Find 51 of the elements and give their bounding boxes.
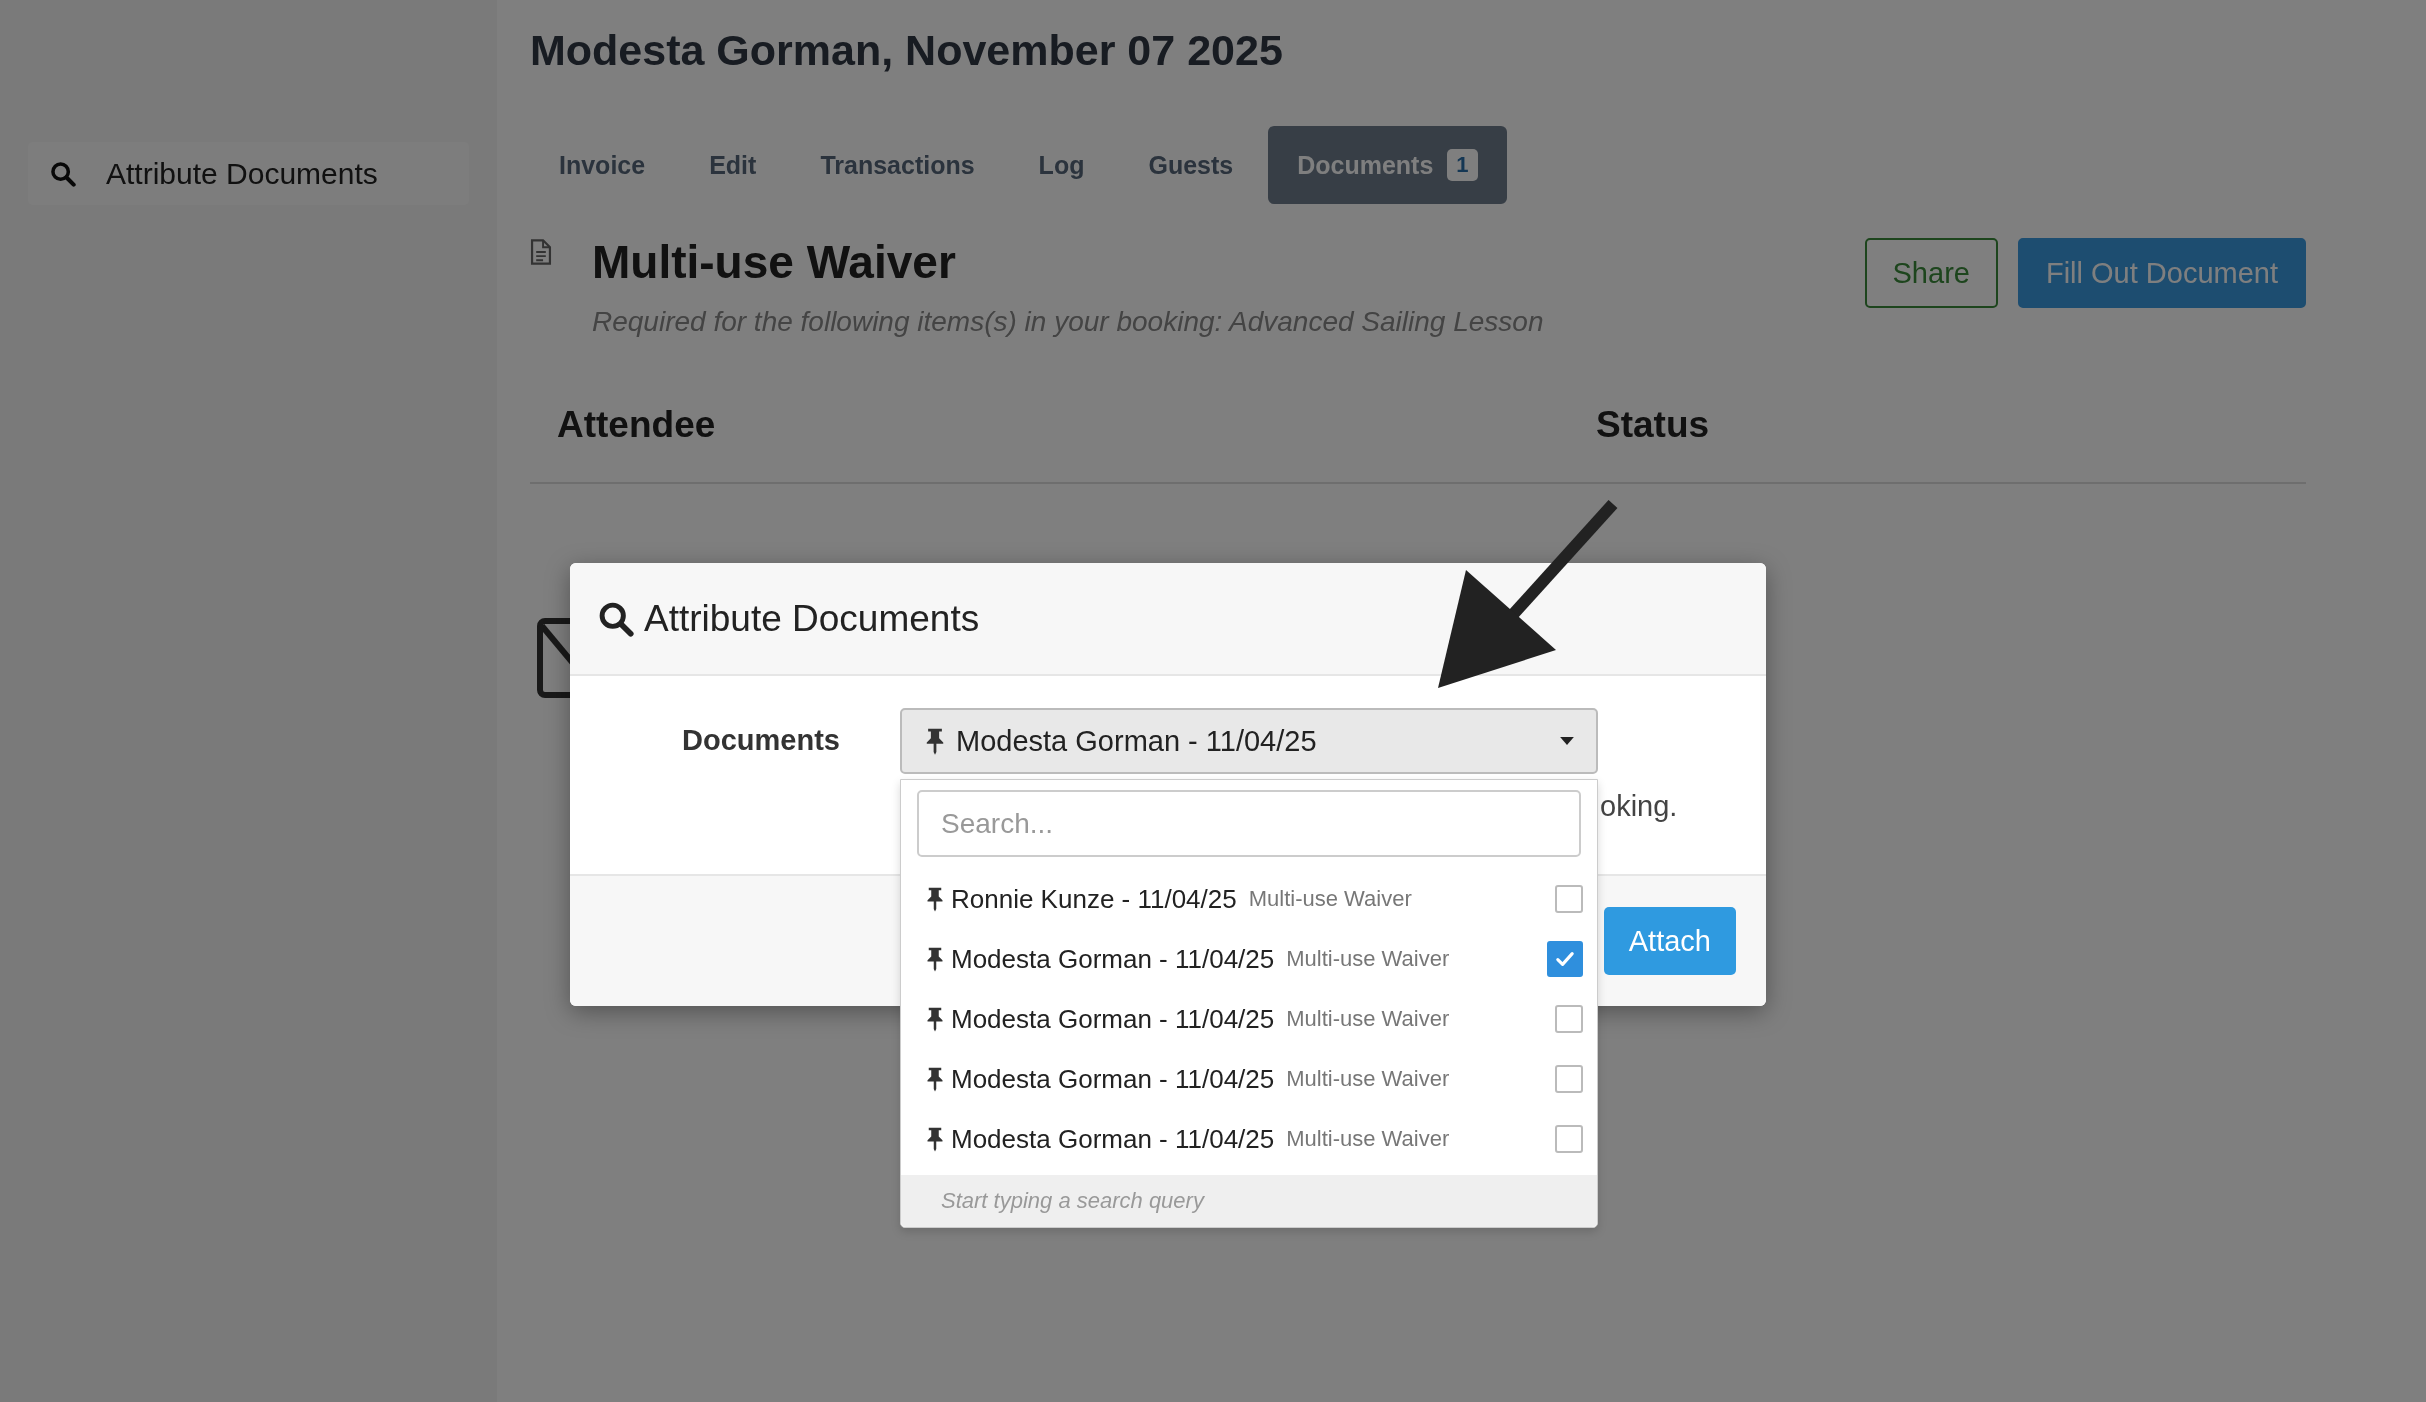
tab[interactable]: Edit — [680, 126, 786, 204]
document-select[interactable]: Modesta Gorman - 11/04/25 — [900, 708, 1598, 774]
fill-out-button[interactable]: Fill Out Document — [2017, 238, 2306, 308]
tab[interactable]: Transactions — [791, 126, 1004, 204]
dropdown-option[interactable]: Modesta Gorman - 11/04/25 Multi-use Waiver — [901, 1049, 1597, 1109]
option-type: Multi-use Waiver — [1286, 946, 1450, 972]
column-header: Status — [1596, 404, 1710, 446]
option-type: Multi-use Waiver — [1248, 886, 1412, 912]
pin-icon — [925, 886, 945, 912]
pin-icon — [925, 1126, 945, 1152]
dropdown-option[interactable]: Modesta Gorman - 11/04/25 Multi-use Waiver — [901, 1109, 1597, 1169]
search-icon — [598, 600, 634, 637]
option-label: Modesta Gorman - 11/04/25 — [951, 1123, 1275, 1155]
document-title: Multi-use Waiver — [592, 235, 957, 290]
checkbox[interactable] — [1555, 1125, 1583, 1153]
dropdown-option[interactable]: Modesta Gorman - 11/04/25 Multi-use Waiver — [901, 929, 1597, 989]
option-label: Modesta Gorman - 11/04/25 — [951, 943, 1275, 975]
tab[interactable]: Invoice — [530, 126, 675, 204]
caret-icon — [1560, 737, 1574, 745]
help-text: oking. — [1599, 790, 1678, 823]
dropdown-hint: Start typing a search query — [901, 1175, 1597, 1227]
count-badge: 1 — [1447, 149, 1478, 181]
pin-icon — [924, 726, 946, 756]
tab[interactable]: Log — [1009, 126, 1114, 204]
checkbox[interactable] — [1555, 1005, 1583, 1033]
column-header: Attendee — [557, 404, 717, 446]
option-type: Multi-use Waiver — [1286, 1066, 1450, 1092]
field-label: Documents — [681, 723, 841, 758]
tab[interactable]: Documents 1 — [1268, 126, 1507, 204]
checkbox[interactable] — [1555, 1065, 1583, 1093]
pin-icon — [925, 1066, 945, 1092]
option-label: Modesta Gorman - 11/04/25 — [951, 1003, 1275, 1035]
option-type: Multi-use Waiver — [1286, 1006, 1450, 1032]
attach-button[interactable]: Attach — [1603, 907, 1736, 975]
search-field[interactable]: Search... — [917, 790, 1581, 857]
modal-title: Attribute Documents — [644, 597, 980, 640]
pin-icon — [925, 946, 945, 972]
search-icon — [50, 160, 76, 187]
option-label: Ronnie Kunze - 11/04/25 — [951, 883, 1237, 915]
checkbox[interactable] — [1547, 941, 1583, 977]
dropdown-option[interactable]: Ronnie Kunze - 11/04/25 Multi-use Waiver — [901, 869, 1597, 929]
pin-icon — [925, 1006, 945, 1032]
option-type: Multi-use Waiver — [1286, 1126, 1450, 1152]
document-icon — [530, 238, 552, 266]
share-button[interactable]: Share — [1864, 238, 1998, 308]
checkbox[interactable] — [1555, 885, 1583, 913]
page-title: Modesta Gorman, November 07 2025 — [530, 25, 1284, 76]
tab[interactable]: Guests — [1119, 126, 1263, 204]
dropdown-option[interactable]: Modesta Gorman - 11/04/25 Multi-use Waiver — [901, 989, 1597, 1049]
option-label: Modesta Gorman - 11/04/25 — [951, 1063, 1275, 1095]
document-subtitle: Required for the following items(s) in your booking: Advanced Sailing Lesson — [592, 306, 1544, 338]
